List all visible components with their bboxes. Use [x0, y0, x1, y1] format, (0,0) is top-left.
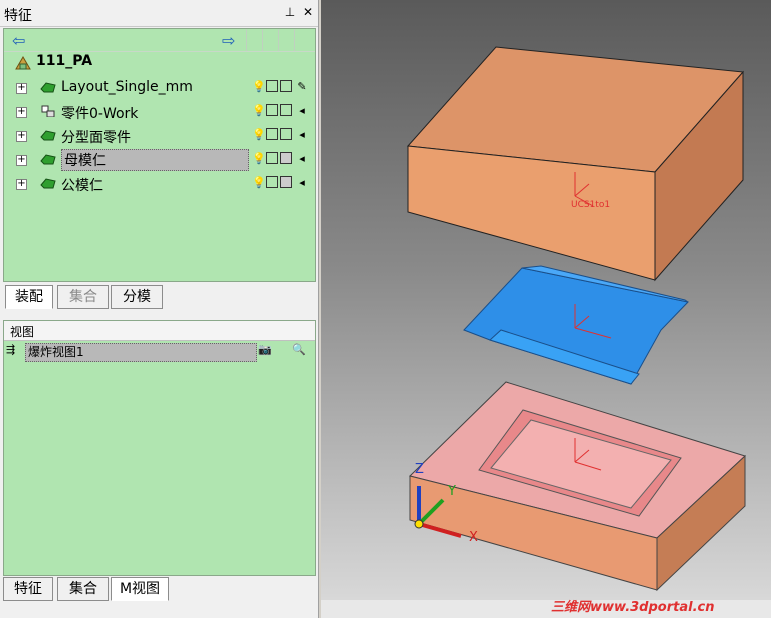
tab-sets[interactable]: 集合 [57, 577, 109, 601]
lightbulb-icon[interactable]: 💡 [252, 152, 266, 165]
panel-titlebar: 特征 ⊥ ✕ [0, 0, 318, 27]
assembly-icon [15, 56, 31, 70]
forward-arrow-icon[interactable]: ⇨ [222, 31, 235, 50]
expand-icon[interactable]: + [16, 131, 27, 142]
tree-item-label: 分型面零件 [61, 130, 131, 146]
row-status-icons: 💡 ◂ [252, 176, 314, 192]
core-insert[interactable] [463, 265, 689, 385]
tree-row-work[interactable]: + 零件0-Work 💡 ◂ [4, 102, 315, 122]
tab-assembly[interactable]: 装配 [5, 285, 53, 309]
explode-view-icon: ⇶ [6, 343, 16, 356]
axis-x-label: X [469, 530, 478, 545]
view-list-item[interactable]: ⇶ 爆炸视图1 📷 🔍 [4, 343, 315, 362]
axis-y-label: Y [448, 484, 456, 499]
part-icon [40, 178, 56, 189]
copy-icon[interactable] [280, 80, 292, 92]
tab-features[interactable]: 特征 [3, 577, 53, 601]
tree-row-core[interactable]: + 公模仁 💡 ◂ [4, 174, 315, 194]
tree-header-cell [262, 29, 279, 51]
axis-z-label: Z [415, 462, 424, 477]
part-icon [40, 82, 56, 93]
view-panel-header: 视图 [4, 321, 315, 341]
tree-row-layout[interactable]: + Layout_Single_mm 💡 ✎ [4, 78, 315, 98]
tree-header-cell [294, 29, 311, 51]
model-scene [406, 46, 746, 592]
3d-viewport[interactable]: UCS1to1 Z X Y [321, 0, 771, 600]
row-status-icons: 💡 ◂ [252, 104, 314, 120]
copy-icon[interactable] [280, 128, 292, 140]
tree-header-cell [246, 29, 263, 51]
cavity-block[interactable] [406, 46, 745, 282]
panel-title: 特征 [4, 8, 32, 24]
reference-icon[interactable] [266, 152, 278, 164]
part-icon [40, 130, 56, 141]
expand-icon[interactable]: + [16, 107, 27, 118]
part-icon [40, 154, 56, 165]
tree-item-label: 母模仁 [61, 149, 249, 171]
work-part-icon [41, 105, 55, 117]
expand-icon[interactable]: + [16, 179, 27, 190]
tree-item-label: Layout_Single_mm [61, 79, 193, 95]
lightbulb-icon[interactable]: 💡 [252, 104, 266, 117]
lightbulb-off-icon[interactable]: 💡 [252, 128, 266, 141]
link-icon[interactable]: ◂ [296, 128, 308, 141]
tree-row-cavity[interactable]: + 母模仁 💡 ◂ [4, 149, 315, 171]
solid-icon[interactable] [280, 176, 292, 188]
link-icon[interactable]: ◂ [296, 176, 308, 189]
camera-icon[interactable]: 📷 [258, 343, 272, 356]
reference-icon[interactable] [266, 176, 278, 188]
tree-root-label: 111_PA [36, 53, 93, 69]
tree-header-cell [278, 29, 295, 51]
feature-tree: ⇦ ⇨ 111_PA + Layout_Single_mm 💡 ✎ + 零件0-… [3, 28, 316, 282]
zoom-view-icon[interactable]: 🔍 [292, 343, 306, 356]
tree-nav-bar: ⇦ ⇨ [4, 29, 315, 52]
row-status-icons: 💡 ◂ [252, 152, 314, 168]
link-icon[interactable]: ◂ [296, 104, 308, 117]
expand-icon[interactable]: + [16, 83, 27, 94]
feature-panel: 特征 ⊥ ✕ ⇦ ⇨ 111_PA + Layout_Single_mm 💡 ✎… [0, 0, 319, 618]
lightbulb-icon[interactable]: 💡 [252, 80, 266, 93]
watermark-text: 三维网www.3dportal.cn [551, 600, 715, 615]
solid-icon[interactable] [280, 152, 292, 164]
ucs-label: UCS1to1 [571, 200, 611, 210]
tree-item-label: 零件0-Work [61, 106, 139, 122]
tab-sets[interactable]: 集合 [57, 285, 109, 309]
row-status-icons: 💡 ◂ [252, 128, 314, 144]
tab-m-view[interactable]: M视图 [111, 577, 169, 601]
close-icon[interactable]: ✕ [300, 4, 316, 20]
tree-row-parting[interactable]: + 分型面零件 💡 ◂ [4, 126, 315, 146]
pin-icon[interactable]: ⊥ [282, 4, 298, 20]
core-plate[interactable] [409, 381, 746, 592]
reference-icon[interactable] [266, 104, 278, 116]
reference-icon[interactable] [266, 80, 278, 92]
expand-icon[interactable]: + [16, 155, 27, 166]
back-arrow-icon[interactable]: ⇦ [12, 31, 25, 50]
view-item-label: 爆炸视图1 [25, 343, 257, 362]
tree-item-label: 公模仁 [61, 178, 103, 194]
reference-icon[interactable] [266, 128, 278, 140]
copy-icon[interactable] [280, 104, 292, 116]
link-icon[interactable]: ◂ [296, 152, 308, 165]
lightbulb-icon[interactable]: 💡 [252, 176, 266, 189]
row-status-icons: 💡 ✎ [252, 80, 314, 96]
edit-icon[interactable]: ✎ [296, 80, 308, 93]
view-panel: 视图 ⇶ 爆炸视图1 📷 🔍 [3, 320, 316, 576]
view-header-label: 视图 [10, 325, 35, 339]
tab-split-mold[interactable]: 分模 [111, 285, 163, 309]
